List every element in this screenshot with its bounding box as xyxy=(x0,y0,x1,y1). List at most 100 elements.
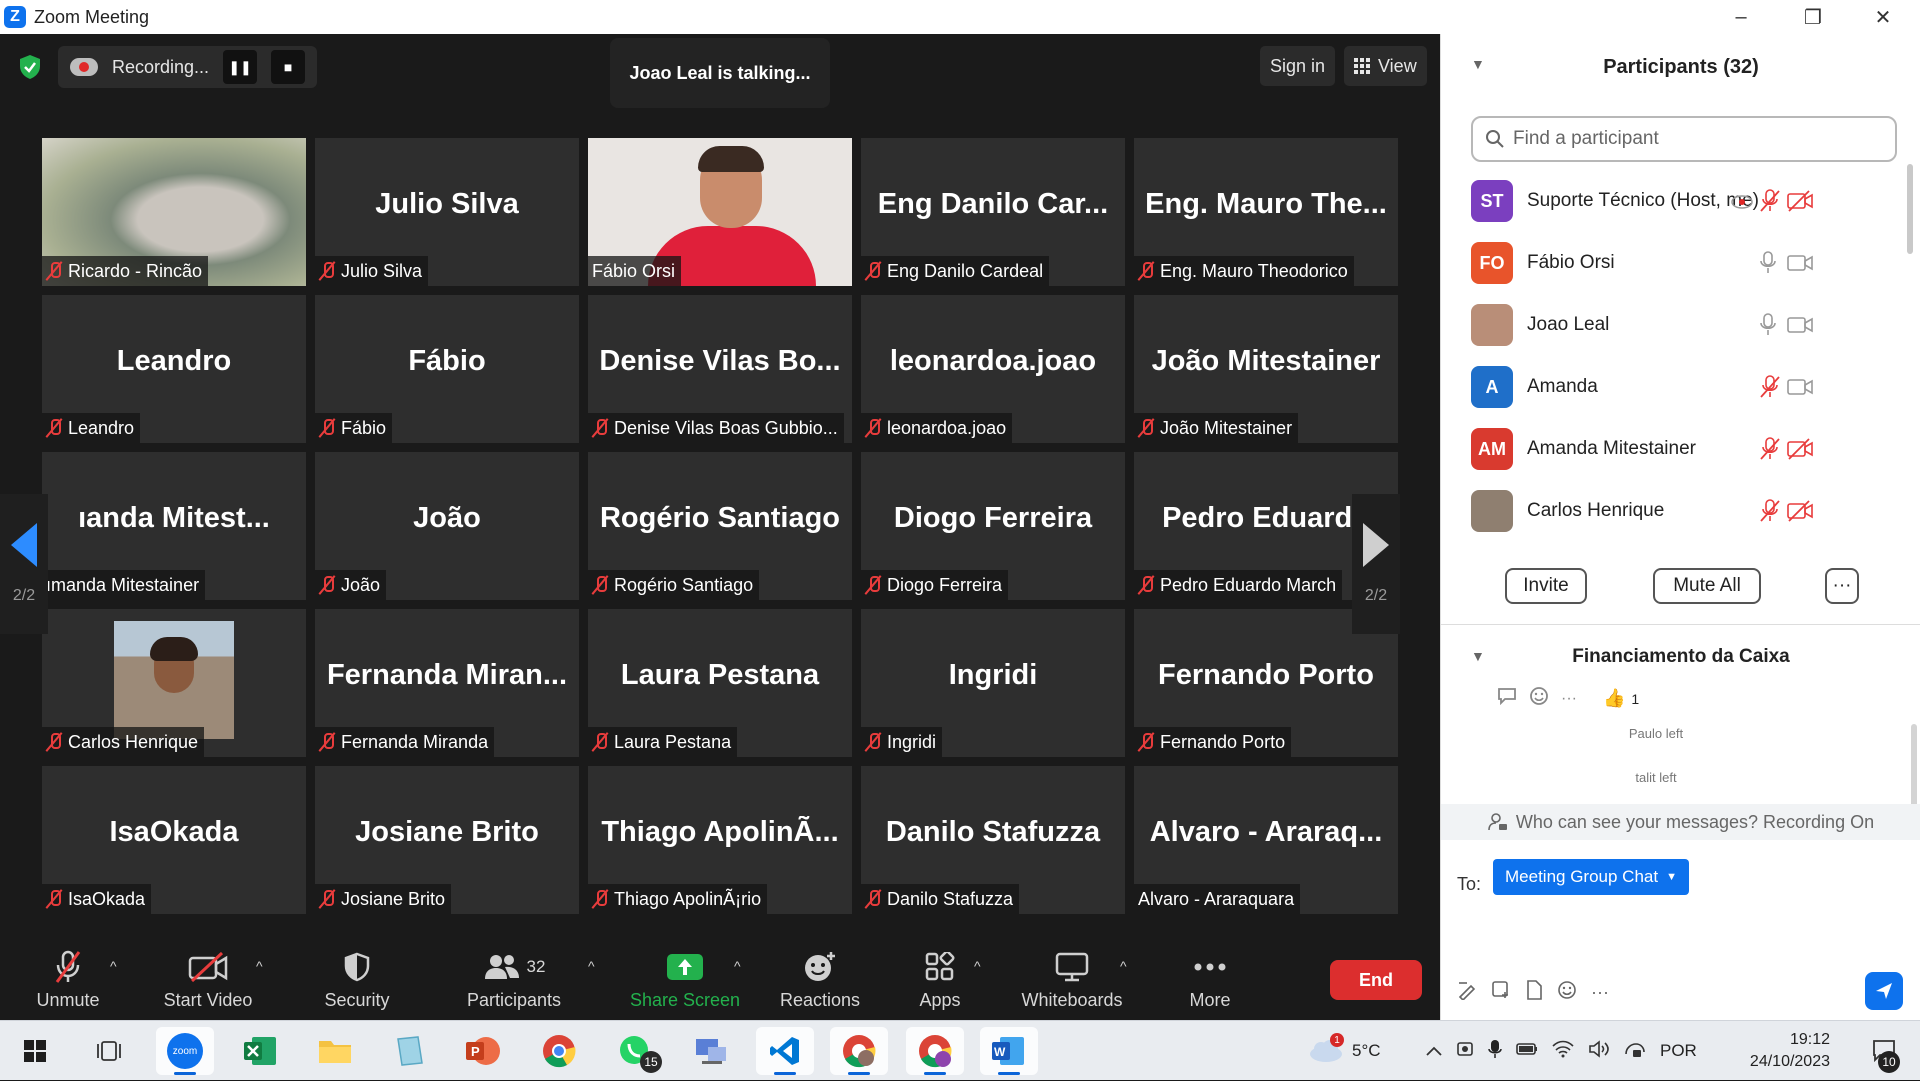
mic-icon[interactable] xyxy=(1759,251,1777,275)
mic-muted-icon[interactable] xyxy=(1759,499,1781,523)
next-page-button[interactable]: 2/2 xyxy=(1352,494,1400,634)
whiteboards-options-caret[interactable]: ^ xyxy=(1120,958,1127,974)
video-tile[interactable]: Josiane Brito Josiane Brito xyxy=(315,766,579,914)
video-tile[interactable]: Thiago ApolinÃ... Thiago ApolinÃ¡rio xyxy=(588,766,852,914)
video-tile[interactable]: Danilo Stafuzza Danilo Stafuzza xyxy=(861,766,1125,914)
invite-button[interactable]: Invite xyxy=(1505,568,1587,604)
taskbar-network-app[interactable] xyxy=(682,1027,740,1075)
composer-more-button[interactable]: ··· xyxy=(1591,982,1609,1003)
show-hidden-icons-chevron-icon[interactable] xyxy=(1426,1041,1442,1061)
unmute-button[interactable]: Unmute xyxy=(28,940,108,1020)
video-tile[interactable]: leonardoa.joao leonardoa.joao xyxy=(861,295,1125,443)
video-tile[interactable]: Ricardo - Rincão xyxy=(42,138,306,286)
share-screen-button[interactable]: Share Screen xyxy=(626,940,744,1020)
mic-muted-icon[interactable] xyxy=(1759,375,1781,399)
share-options-caret[interactable]: ^ xyxy=(734,958,741,974)
taskbar-whatsapp[interactable]: 15 xyxy=(606,1027,664,1075)
pause-recording-button[interactable]: ❚❚ xyxy=(223,50,258,84)
vpn-network-icon[interactable] xyxy=(1624,1040,1646,1063)
taskbar-app-glass[interactable] xyxy=(380,1027,438,1075)
audio-options-caret[interactable]: ^ xyxy=(110,958,117,974)
participants-options-caret[interactable]: ^ xyxy=(588,958,595,974)
video-tile[interactable]: Diogo Ferreira Diogo Ferreira xyxy=(861,452,1125,600)
encryption-shield-icon[interactable] xyxy=(12,49,48,85)
video-off-icon[interactable] xyxy=(1787,500,1813,522)
mic-icon[interactable] xyxy=(1759,313,1777,337)
keyboard-language[interactable]: POR xyxy=(1660,1041,1697,1061)
taskbar-powerpoint[interactable]: P xyxy=(454,1027,512,1075)
video-tile[interactable]: Fábio Orsi xyxy=(588,138,852,286)
system-clock[interactable]: 19:12 24/10/2023 xyxy=(1730,1029,1830,1073)
meet-now-icon[interactable] xyxy=(1456,1039,1474,1064)
video-tile[interactable]: Ingridi Ingridi xyxy=(861,609,1125,757)
taskbar-zoom[interactable]: zoom xyxy=(156,1027,214,1075)
previous-page-button[interactable]: 2/2 xyxy=(0,494,48,634)
video-icon[interactable] xyxy=(1787,316,1813,334)
video-tile[interactable]: Leandro Leandro xyxy=(42,295,306,443)
end-meeting-button[interactable]: End xyxy=(1330,960,1422,1000)
reply-icon[interactable] xyxy=(1497,687,1517,710)
mic-muted-icon[interactable] xyxy=(1759,189,1781,213)
participant-row[interactable]: A Amanda xyxy=(1471,356,1897,418)
battery-icon[interactable] xyxy=(1516,1041,1538,1061)
security-button[interactable]: Security xyxy=(312,940,402,1020)
sign-in-button[interactable]: Sign in xyxy=(1260,46,1336,86)
add-reaction-icon[interactable] xyxy=(1529,686,1549,711)
start-button[interactable] xyxy=(6,1027,64,1075)
video-off-icon[interactable] xyxy=(1787,438,1813,460)
video-tile[interactable]: ıanda Mitest... ımanda Mitestainer xyxy=(42,452,306,600)
taskbar-chrome-profile-2[interactable] xyxy=(906,1027,964,1075)
participants-button[interactable]: 32 Participants xyxy=(462,940,566,1020)
video-tile[interactable]: Fábio Fábio xyxy=(315,295,579,443)
volume-icon[interactable] xyxy=(1588,1039,1610,1063)
participant-row[interactable]: AM Amanda Mitestainer xyxy=(1471,418,1897,480)
video-tile[interactable]: Julio Silva Julio Silva xyxy=(315,138,579,286)
video-icon[interactable] xyxy=(1787,378,1813,396)
apps-button[interactable]: Apps xyxy=(900,940,980,1020)
format-text-icon[interactable] xyxy=(1457,980,1477,1005)
video-tile[interactable]: Rogério Santiago Rogério Santiago xyxy=(588,452,852,600)
video-options-caret[interactable]: ^ xyxy=(256,958,263,974)
taskbar-word[interactable]: W xyxy=(980,1027,1038,1075)
attach-file-icon[interactable] xyxy=(1525,980,1543,1005)
recipient-select[interactable]: Meeting Group Chat ▼ xyxy=(1493,859,1689,895)
taskbar-vscode[interactable] xyxy=(756,1027,814,1075)
video-tile[interactable]: Laura Pestana Laura Pestana xyxy=(588,609,852,757)
notifications-button[interactable]: 10 xyxy=(1856,1027,1914,1075)
screenshot-icon[interactable] xyxy=(1491,980,1511,1005)
apps-options-caret[interactable]: ^ xyxy=(974,958,981,974)
find-participant-search[interactable]: Find a participant xyxy=(1471,116,1897,162)
video-tile[interactable]: Denise Vilas Bo... Denise Vilas Boas Gubb… xyxy=(588,295,852,443)
close-window-button[interactable]: ✕ xyxy=(1848,0,1918,34)
weather-widget[interactable]: 1 5°C xyxy=(1308,1021,1381,1081)
task-view-button[interactable] xyxy=(80,1027,138,1075)
view-button[interactable]: View xyxy=(1344,46,1427,86)
taskbar-chrome-profile-1[interactable] xyxy=(830,1027,888,1075)
whiteboards-button[interactable]: Whiteboards xyxy=(1014,940,1130,1020)
emoji-icon[interactable] xyxy=(1557,980,1577,1005)
participant-row[interactable]: Joao Leal xyxy=(1471,294,1897,356)
taskbar-chrome[interactable] xyxy=(530,1027,588,1075)
stop-recording-button[interactable]: ■ xyxy=(271,50,306,84)
video-tile[interactable]: Carlos Henrique xyxy=(42,609,306,757)
start-video-button[interactable]: Start Video xyxy=(152,940,264,1020)
thumbs-up-reaction[interactable]: 👍 1 xyxy=(1603,688,1639,709)
wifi-icon[interactable] xyxy=(1552,1040,1574,1063)
mute-all-button[interactable]: Mute All xyxy=(1653,568,1761,604)
reactions-button[interactable]: Reactions xyxy=(772,940,868,1020)
message-more-button[interactable]: ··· xyxy=(1561,690,1577,708)
video-tile[interactable]: IsaOkada IsaOkada xyxy=(42,766,306,914)
participant-row[interactable]: ST Suporte Técnico (Host, me) xyxy=(1471,170,1897,232)
taskbar-excel[interactable] xyxy=(232,1027,290,1075)
mic-muted-icon[interactable] xyxy=(1759,437,1781,461)
microphone-tray-icon[interactable] xyxy=(1488,1039,1502,1064)
more-button[interactable]: More xyxy=(1170,940,1250,1020)
video-tile[interactable]: Eng. Mauro The... Eng. Mauro Theodorico xyxy=(1134,138,1398,286)
video-tile[interactable]: Alvaro - Araraq... Alvaro - Araraquara xyxy=(1134,766,1398,914)
chat-visibility-notice[interactable]: Who can see your messages? Recording On xyxy=(1441,804,1920,840)
taskbar-file-explorer[interactable] xyxy=(306,1027,364,1075)
participant-row[interactable]: Carlos Henrique xyxy=(1471,480,1897,542)
more-participant-options-button[interactable]: ··· xyxy=(1825,568,1859,604)
participants-scrollbar[interactable] xyxy=(1907,164,1913,254)
video-off-icon[interactable] xyxy=(1787,190,1813,212)
